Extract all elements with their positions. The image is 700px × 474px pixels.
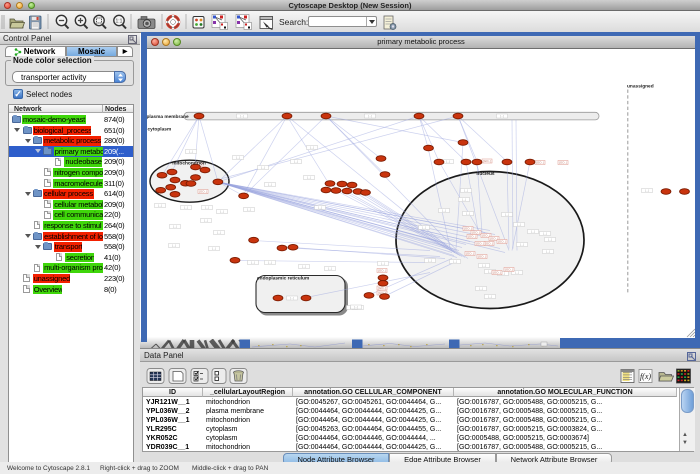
- svg-text:[GO..]: [GO..]: [498, 239, 506, 243]
- svg-text:[...]: [...]: [189, 149, 193, 153]
- svg-text:[...]: [...]: [212, 246, 216, 250]
- svg-text:[GO..]: [GO..]: [464, 226, 472, 230]
- svg-text:[...]: [...]: [268, 260, 272, 264]
- svg-text:[...]: [...]: [261, 165, 265, 169]
- svg-text:[...]: [...]: [548, 237, 552, 241]
- svg-text:[...]: [...]: [368, 114, 372, 118]
- svg-text:[...]: [...]: [446, 159, 450, 163]
- svg-text:[...]: [...]: [543, 231, 547, 235]
- svg-text:[...]: [...]: [479, 286, 483, 290]
- svg-text:[GO..]: [GO..]: [466, 251, 474, 255]
- svg-text:[...]: [...]: [318, 205, 322, 209]
- svg-text:[...]: [...]: [546, 249, 550, 253]
- svg-text:plasma membrane: plasma membrane: [147, 113, 189, 119]
- svg-text:1:1: 1:1: [116, 19, 123, 25]
- svg-text:[...]: [...]: [464, 188, 468, 192]
- svg-text:[...]: [...]: [531, 229, 535, 233]
- svg-text:[...]: [...]: [184, 205, 188, 209]
- svg-text:[GO..]: [GO..]: [536, 160, 544, 164]
- svg-text:nucleus: nucleus: [476, 170, 494, 176]
- svg-text:[...]: [...]: [220, 209, 224, 213]
- svg-text:[...]: [...]: [268, 182, 272, 186]
- svg-text:[...]: [...]: [307, 175, 311, 179]
- svg-text:[...]: [...]: [217, 230, 221, 234]
- svg-text:[...]: [...]: [158, 203, 162, 207]
- svg-text:[...]: [...]: [247, 207, 251, 211]
- svg-text:[GO..]: [GO..]: [493, 270, 501, 274]
- svg-text:[...]: [...]: [328, 266, 332, 270]
- svg-text:[...]: [...]: [466, 211, 470, 215]
- svg-text:[...]: [...]: [500, 114, 504, 118]
- svg-text:f(x): f(x): [640, 372, 651, 381]
- svg-text:[...]: [...]: [428, 258, 432, 262]
- svg-text:[GO..]: [GO..]: [476, 241, 484, 245]
- svg-text:[...]: [...]: [236, 155, 240, 159]
- svg-text:[...]: [...]: [462, 197, 466, 201]
- svg-text:[...]: [...]: [302, 264, 306, 268]
- svg-text:[GO..]: [GO..]: [505, 267, 513, 271]
- svg-text:[...]: [...]: [240, 114, 244, 118]
- svg-text:[...]: [...]: [204, 218, 208, 222]
- svg-text:[...]: [...]: [505, 212, 509, 216]
- svg-text:[...]: [...]: [310, 145, 314, 149]
- svg-text:[...]: [...]: [515, 270, 519, 274]
- svg-text:cytoplasm: cytoplasm: [148, 126, 172, 132]
- svg-text:[...]: [...]: [488, 294, 492, 298]
- svg-text:[...]: [...]: [520, 242, 524, 246]
- svg-text:[...]: [...]: [381, 261, 385, 265]
- svg-text:[...]: [...]: [172, 243, 176, 247]
- svg-text:[GO..]: [GO..]: [468, 234, 476, 238]
- svg-text:endoplasmic reticulum: endoplasmic reticulum: [257, 275, 309, 281]
- svg-text:[...]: [...]: [422, 225, 426, 229]
- svg-text:[GO..]: [GO..]: [199, 189, 207, 193]
- svg-text:[...]: [...]: [517, 222, 521, 226]
- svg-text:unassigned: unassigned: [627, 83, 654, 89]
- svg-text:[...]: [...]: [453, 259, 457, 263]
- svg-text:[...]: [...]: [205, 205, 209, 209]
- svg-text:[...]: [...]: [294, 159, 298, 163]
- svg-text:[GO..]: [GO..]: [483, 159, 491, 163]
- svg-text:[...]: [...]: [442, 208, 446, 212]
- svg-text:[...]: [...]: [645, 188, 649, 192]
- svg-text:[GO..]: [GO..]: [485, 241, 493, 245]
- svg-text:[...]: [...]: [290, 296, 294, 300]
- svg-text:[GO..]: [GO..]: [378, 286, 386, 290]
- svg-text:[...]: [...]: [354, 305, 358, 309]
- svg-text:[GO..]: [GO..]: [559, 160, 567, 164]
- svg-text:[GO..]: [GO..]: [478, 254, 486, 258]
- svg-text:[GO..]: [GO..]: [378, 268, 386, 272]
- svg-text:[...]: [...]: [488, 269, 492, 273]
- svg-text:[...]: [...]: [173, 224, 177, 228]
- svg-text:[...]: [...]: [482, 263, 486, 267]
- svg-text:mitochondrion: mitochondrion: [172, 160, 206, 166]
- svg-text:[...]: [...]: [251, 260, 255, 264]
